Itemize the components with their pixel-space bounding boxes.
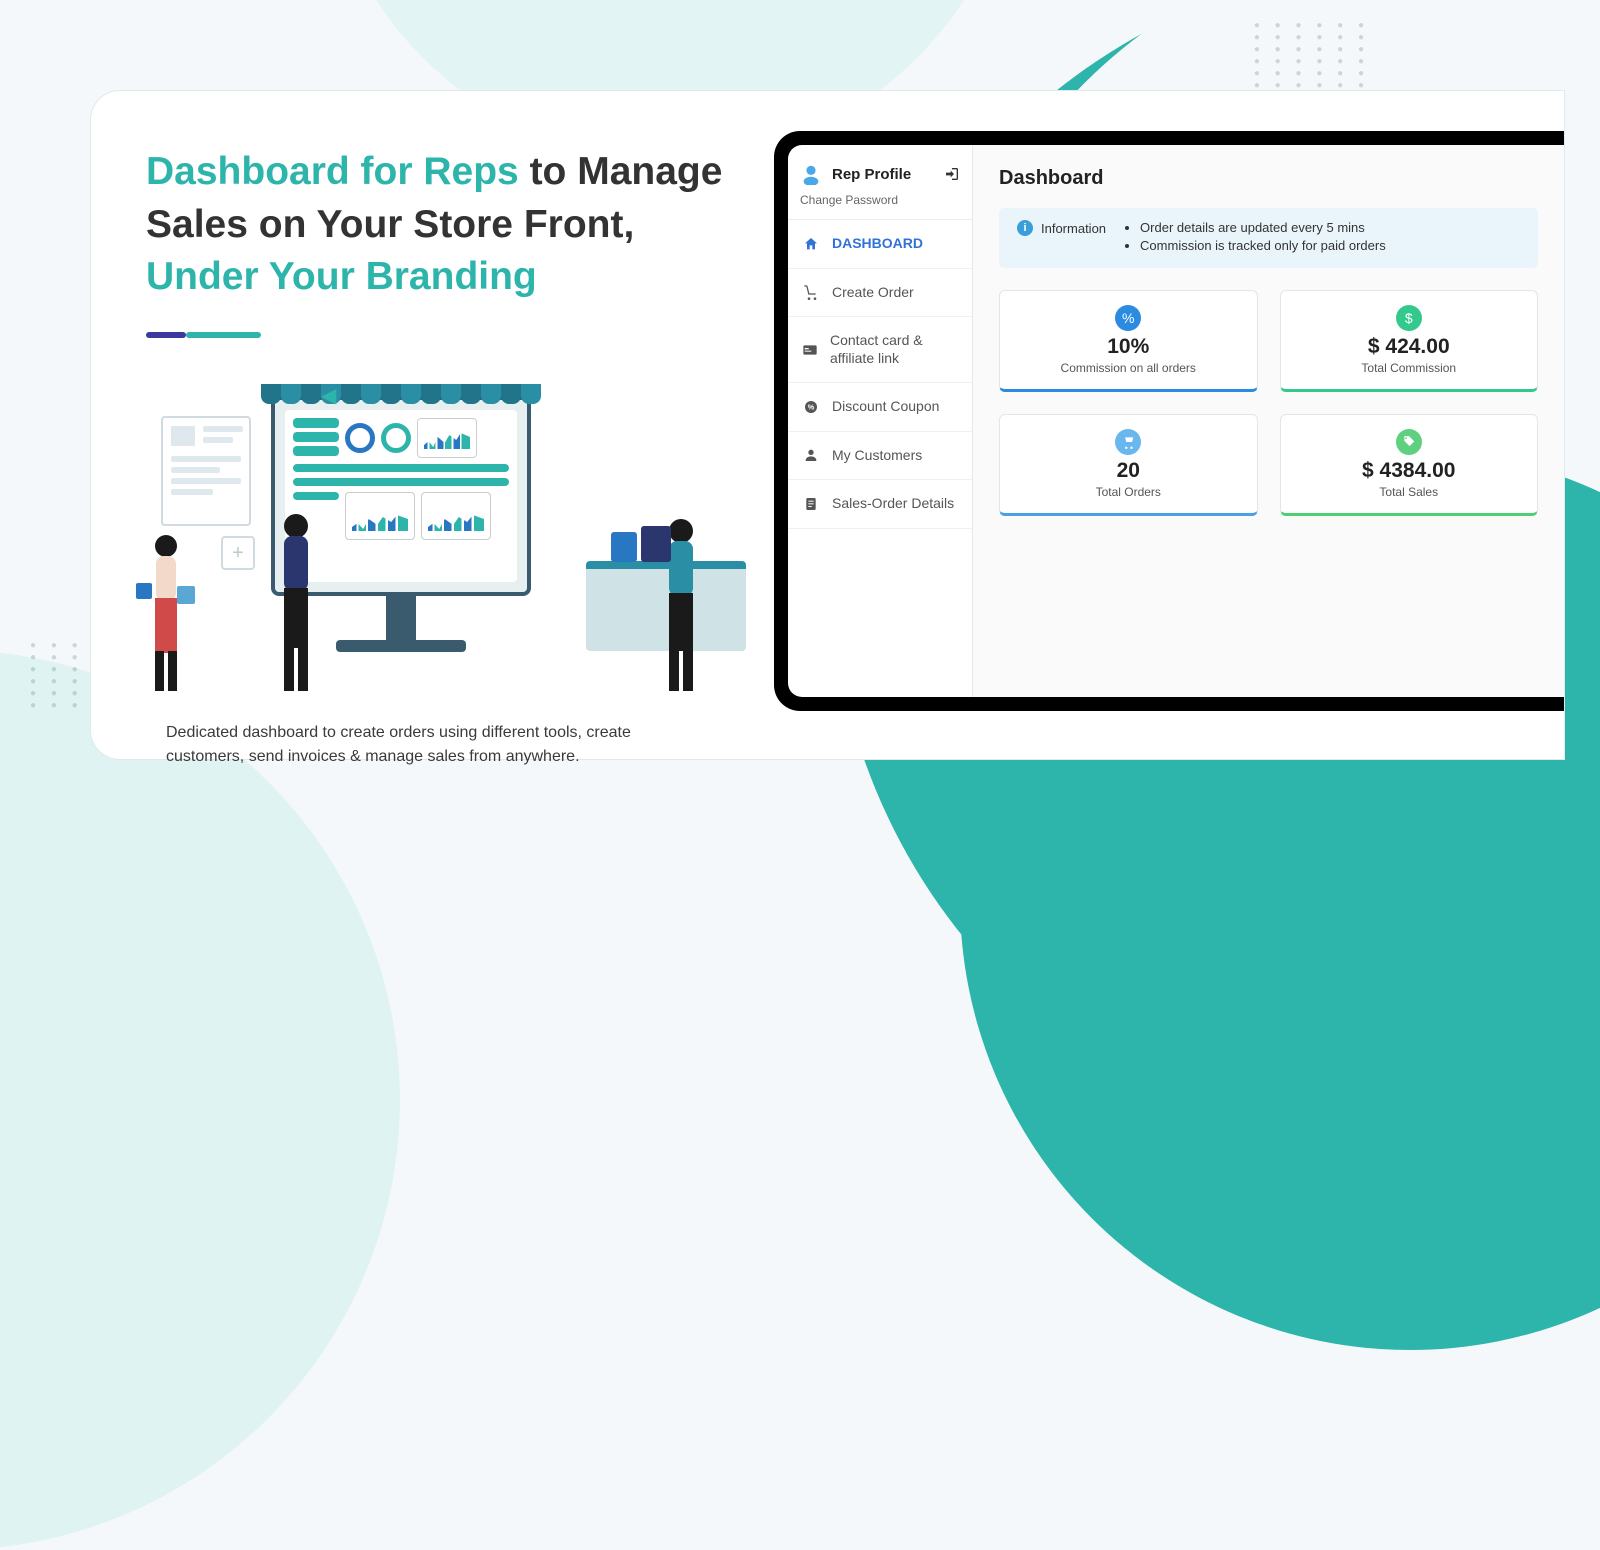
person-illustration: [131, 528, 201, 698]
profile-row: Rep Profile: [788, 145, 972, 193]
sidebar-item-discount-coupon[interactable]: % Discount Coupon: [788, 383, 972, 432]
hero-heading: Dashboard for Reps to Manage Sales on Yo…: [146, 146, 756, 304]
sidebar-item-contact-card-affiliate-link[interactable]: Contact card & affiliate link: [788, 317, 972, 383]
card-icon: [802, 342, 818, 358]
tablet-frame: Rep Profile Change Password DASHBOARD Cre…: [774, 131, 1564, 711]
profile-name: Rep Profile: [832, 166, 934, 183]
sidebar-item-label: Contact card & affiliate link: [830, 332, 958, 367]
info-label: i Information: [1017, 220, 1106, 236]
stat-label: Total Commission: [1295, 361, 1524, 375]
info-icon: i: [1017, 220, 1033, 236]
sidebar-item-create-order[interactable]: Create Order: [788, 269, 972, 318]
stat-value: 10%: [1014, 335, 1243, 359]
main-panel: Dashboard i Information Order details ar…: [973, 145, 1564, 697]
stat-value: 20: [1014, 459, 1243, 483]
sidebar-item-label: Create Order: [832, 284, 914, 302]
sidebar-item-label: Sales-Order Details: [832, 495, 954, 513]
sidebar-item-label: Discount Coupon: [832, 398, 939, 416]
stat-value: $ 424.00: [1295, 335, 1524, 359]
home-icon: [802, 236, 820, 252]
sidebar: Rep Profile Change Password DASHBOARD Cre…: [788, 145, 973, 697]
sidebar-item-dashboard[interactable]: DASHBOARD: [788, 220, 972, 269]
order-details-icon: [802, 496, 820, 512]
info-banner: i Information Order details are updated …: [999, 208, 1538, 268]
hero-illustration: +: [121, 396, 691, 716]
stat-card-total-orders: 20 Total Orders: [999, 414, 1258, 516]
avatar-icon: [800, 163, 822, 185]
dollar-icon: $: [1396, 305, 1422, 331]
stat-value: $ 4384.00: [1295, 459, 1524, 483]
sidebar-item-my-customers[interactable]: My Customers: [788, 432, 972, 481]
hero-subtext: Dedicated dashboard to create orders usi…: [166, 721, 666, 769]
dots-decoration: ● ● ● ● ● ●● ● ● ● ● ●● ● ● ● ● ●● ● ● ●…: [1254, 20, 1370, 92]
stat-card-total-commission: $ $ 424.00 Total Commission: [1280, 290, 1539, 392]
info-bullet: Order details are updated every 5 mins: [1140, 220, 1386, 235]
sidebar-nav: DASHBOARD Create Order Contact card & affi…: [788, 220, 972, 529]
stat-card-commission-on-all-orders: % 10% Commission on all orders: [999, 290, 1258, 392]
stat-label: Total Sales: [1295, 485, 1524, 499]
info-label-text: Information: [1041, 221, 1106, 236]
accent-bar: [146, 332, 756, 338]
customers-icon: [802, 447, 820, 463]
tag-icon: [1396, 429, 1422, 455]
logout-icon[interactable]: [944, 166, 960, 182]
content-card: Dashboard for Reps to Manage Sales on Yo…: [90, 90, 1565, 760]
svg-text:%: %: [808, 402, 815, 411]
change-password-link[interactable]: Change Password: [788, 193, 972, 220]
person-illustration: [256, 508, 336, 698]
sidebar-item-sales-order-details[interactable]: Sales-Order Details: [788, 480, 972, 529]
stat-label: Commission on all orders: [1014, 361, 1243, 375]
sidebar-item-label: My Customers: [832, 447, 922, 465]
bg-decoration: [0, 650, 400, 1550]
stats-grid: % 10% Commission on all orders $ $ 424.00 Tot…: [999, 290, 1538, 516]
stat-label: Total Orders: [1014, 485, 1243, 499]
info-list: Order details are updated every 5 mins Co…: [1124, 220, 1386, 256]
stat-card-total-sales: $ 4384.00 Total Sales: [1280, 414, 1539, 516]
app-screen: Rep Profile Change Password DASHBOARD Cre…: [788, 145, 1564, 697]
heading-accent-2: Under Your Branding: [146, 255, 537, 298]
cart-stat-icon: [1115, 429, 1141, 455]
heading-accent-1: Dashboard for Reps: [146, 150, 519, 193]
coupon-icon: %: [802, 399, 820, 415]
sidebar-item-label: DASHBOARD: [832, 235, 923, 253]
cart-icon: [802, 284, 820, 300]
page-title: Dashboard: [999, 167, 1538, 190]
percent-icon: %: [1115, 305, 1141, 331]
prev-arrow-icon[interactable]: ◀: [321, 383, 336, 408]
info-bullet: Commission is tracked only for paid orde…: [1140, 238, 1386, 253]
